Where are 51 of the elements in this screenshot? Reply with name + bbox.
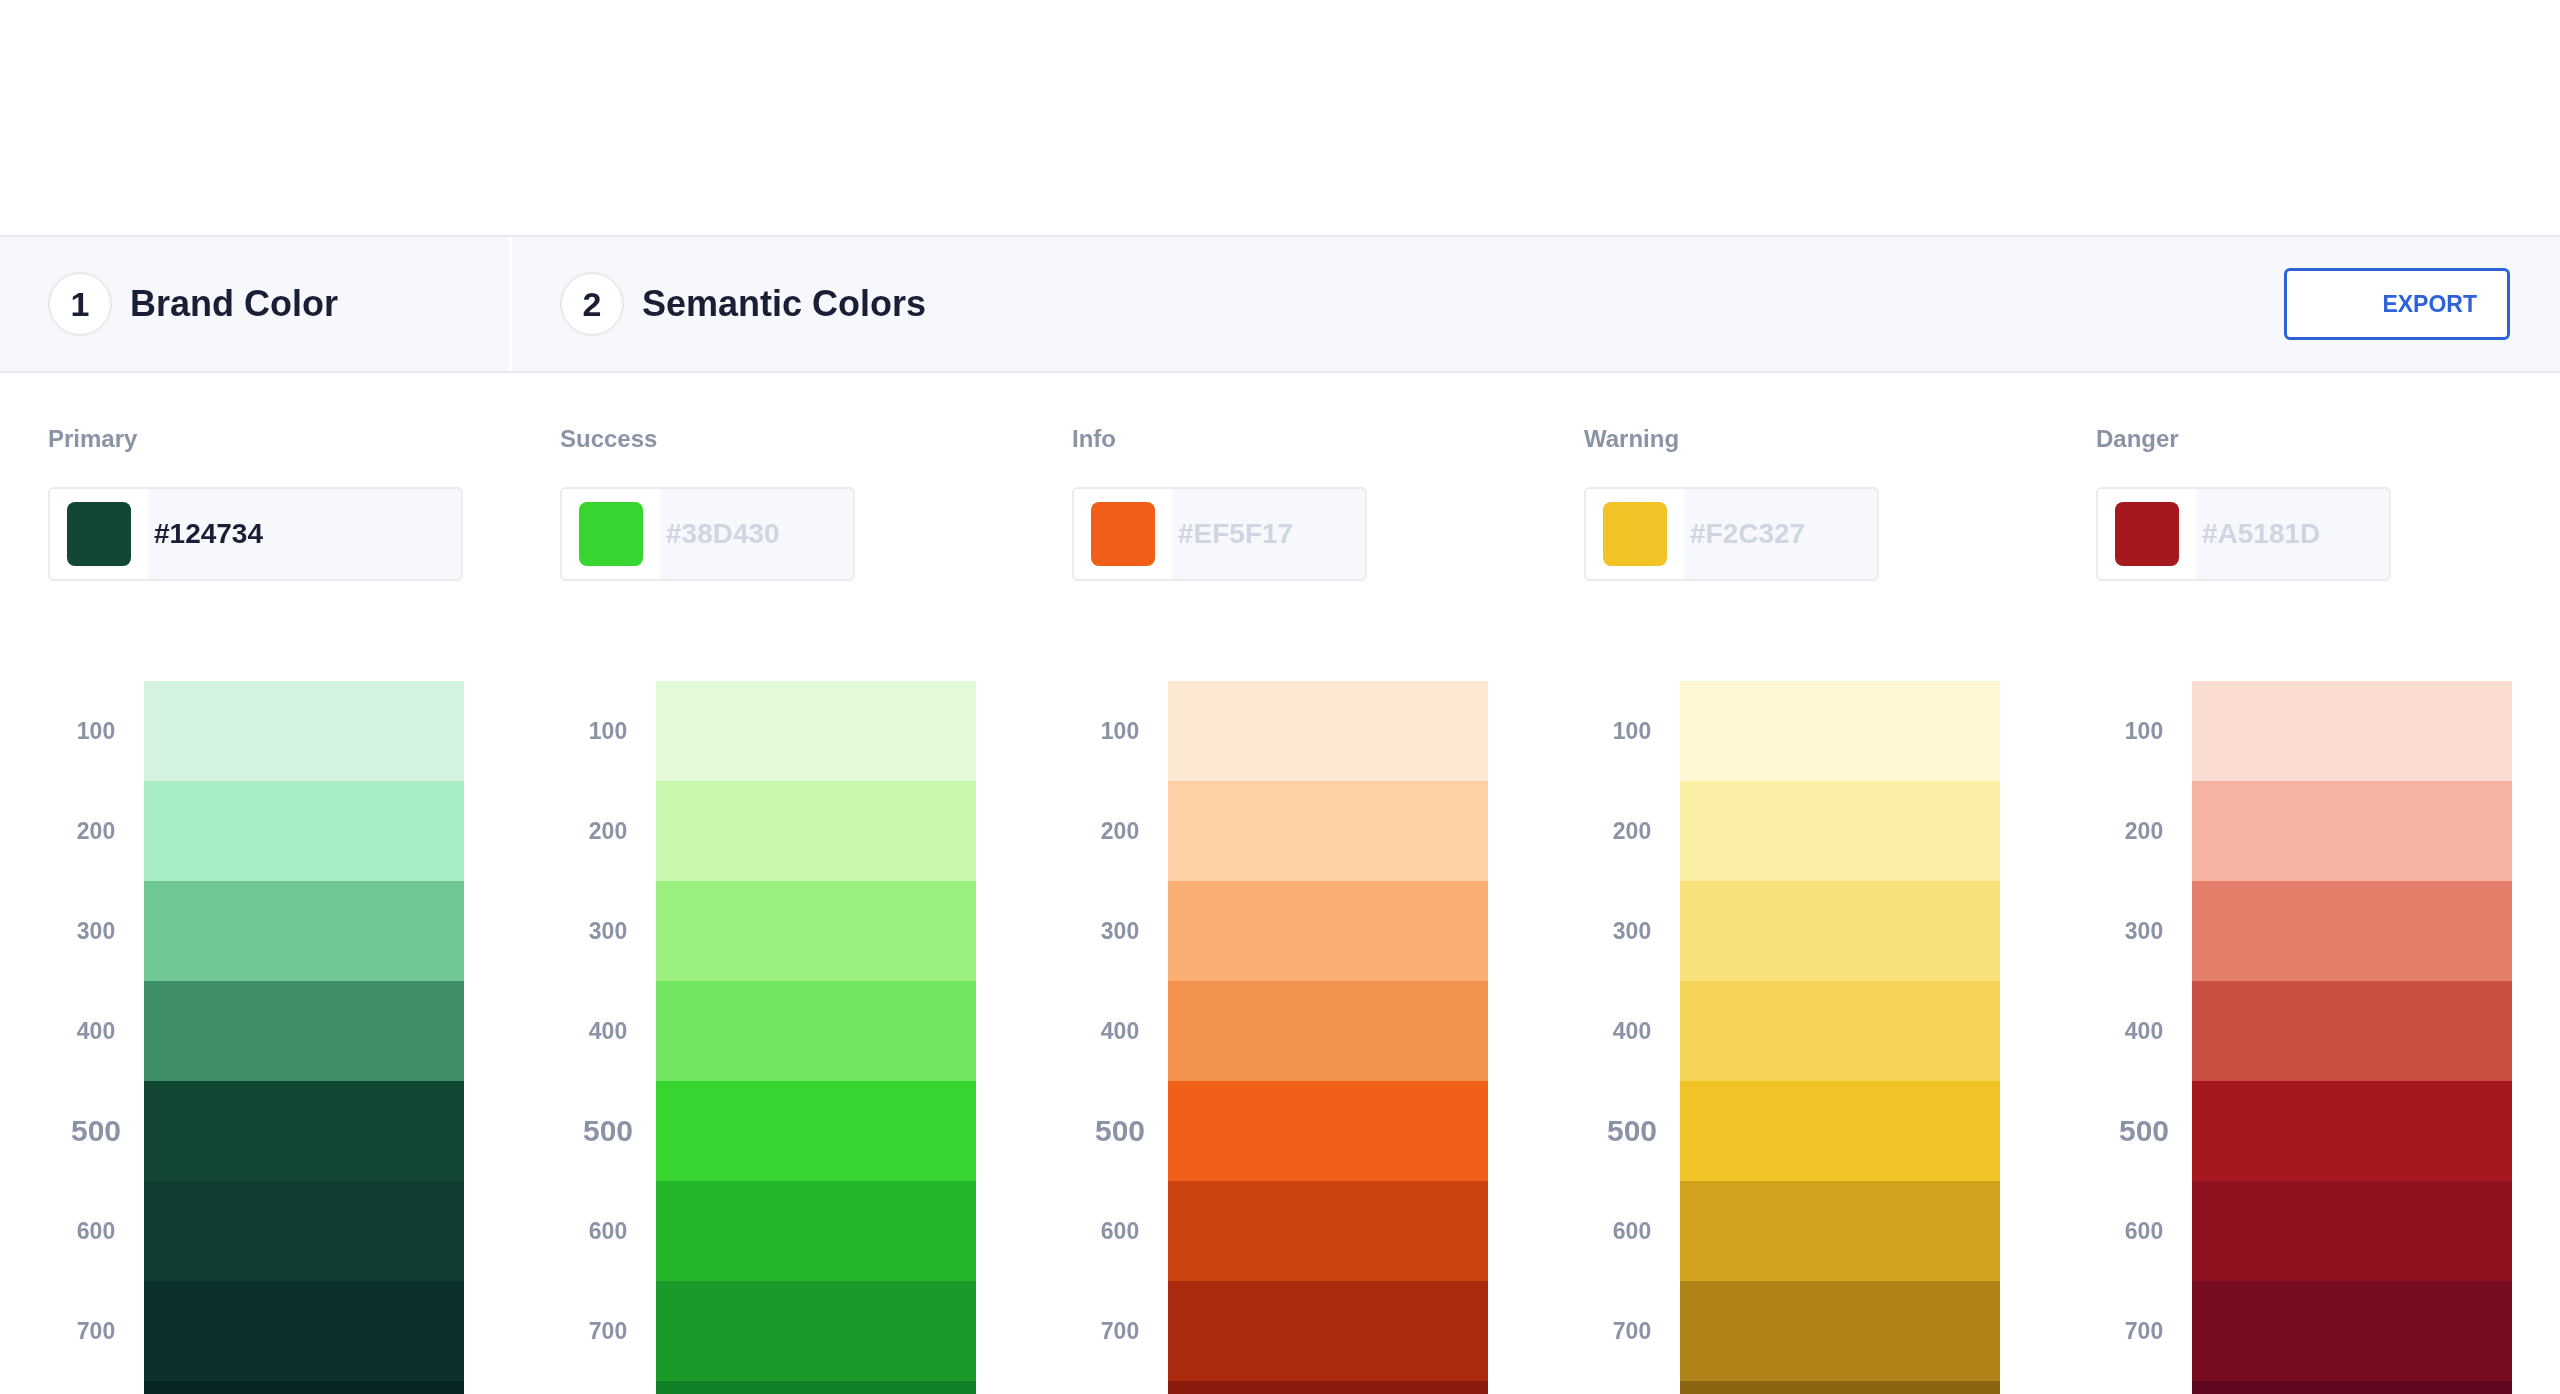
shade-label: 100 [1612,717,1652,745]
hex-input[interactable]: #124734 [148,517,336,551]
shade-label: 600 [2124,1217,2164,1245]
shade-label: 100 [1100,717,1140,745]
shade-label: 400 [2124,1017,2164,1045]
export-button[interactable]: EXPORT [2284,268,2510,340]
shade-label: 700 [1100,1317,1140,1345]
shade-label: 200 [1612,817,1652,845]
shade-label: 300 [1612,917,1652,945]
shade-label: 200 [76,817,116,845]
shade-label: 500 [1606,1113,1658,1149]
palette-label: Success [560,424,658,454]
palette-label: Info [1072,424,1116,454]
shade-label: 600 [76,1217,116,1245]
shade-label: 600 [588,1217,628,1245]
shade-label: 300 [76,917,116,945]
shade-label: 500 [1094,1113,1146,1149]
shade-label: 500 [2118,1113,2170,1149]
shade-label: 700 [1612,1317,1652,1345]
palette-label: Primary [48,424,138,454]
shade-label: 600 [1100,1217,1140,1245]
shade-label: 200 [1100,817,1140,845]
shade-label: 600 [1612,1217,1652,1245]
color-swatch[interactable] [2115,502,2179,566]
step-number: 2 [560,272,624,336]
color-swatch[interactable] [579,502,643,566]
shade-label: 100 [2124,717,2164,745]
shade-label: 300 [1100,917,1140,945]
shade-label: 700 [2124,1317,2164,1345]
shade-label: 500 [70,1113,122,1149]
shade-label: 500 [582,1113,634,1149]
shade-label: 400 [1100,1017,1140,1045]
step-number: 1 [48,272,112,336]
shade-label: 700 [76,1317,116,1345]
shade-label: 300 [2124,917,2164,945]
color-swatch[interactable] [1603,502,1667,566]
color-swatch[interactable] [1091,502,1155,566]
shade-label: 700 [588,1317,628,1345]
shade-label: 400 [588,1017,628,1045]
color-swatch[interactable] [67,502,131,566]
shade-label: 200 [588,817,628,845]
step-title: Semantic Colors [642,283,927,325]
shade-label: 100 [588,717,628,745]
step-title: Brand Color [130,283,338,325]
palette-label: Warning [1584,424,1680,454]
shade-label: 200 [2124,817,2164,845]
shade-label: 400 [1612,1017,1652,1045]
shade-label: 400 [76,1017,116,1045]
palette-label: Danger [2096,424,2179,454]
shade-label: 300 [588,917,628,945]
shade-label: 100 [76,717,116,745]
